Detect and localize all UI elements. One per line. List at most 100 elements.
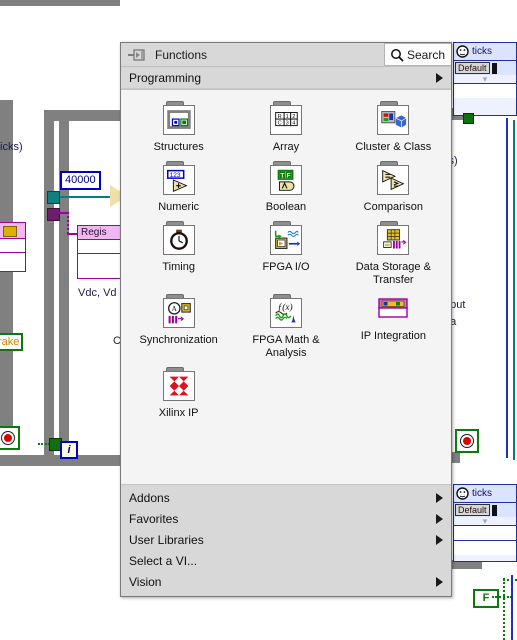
menu-item-select-a-vi[interactable]: Select a VI... xyxy=(121,550,451,571)
loop-interior-left xyxy=(13,111,44,455)
palette-item-ip-integration[interactable]: IP Integration xyxy=(340,289,447,360)
palette-item-label: Comparison xyxy=(363,201,423,213)
wire-purple-h2[interactable] xyxy=(67,233,77,235)
loop-interior-right xyxy=(464,120,517,458)
palette-item-data-storage-transfer[interactable]: Data Storage & Transfer xyxy=(340,216,447,287)
cluster-class-folder-icon xyxy=(372,100,414,138)
fpga-io-glyph xyxy=(274,230,301,249)
palette-title-bar: Functions Search xyxy=(121,43,451,67)
fpga-math-glyph: ƒ(x) xyxy=(275,302,297,323)
thumbtack-icon[interactable] xyxy=(127,48,147,62)
vi-node-left-row2 xyxy=(0,253,25,266)
palette-item-label: Structures xyxy=(153,141,204,153)
brake-control[interactable]: rake xyxy=(0,333,24,351)
ticks-node-top-chevron-icon[interactable]: ▾ xyxy=(454,75,516,84)
ticks-node-top-mode[interactable]: Default xyxy=(455,62,490,74)
vi-node-left-row1 xyxy=(0,239,25,253)
wire-teal-from-constant[interactable] xyxy=(52,196,110,198)
stop-indicator-right[interactable] xyxy=(455,429,479,453)
synchronization-glyph: A xyxy=(167,302,191,324)
palette-menu-list: Addons Favorites User Libraries Select a… xyxy=(121,485,451,596)
structures-glyph xyxy=(166,110,191,129)
wire-green-f-v[interactable] xyxy=(503,578,505,640)
ticks-node-bottom-rows xyxy=(454,525,516,555)
clock-icon xyxy=(456,45,469,58)
svg-text:C: C xyxy=(278,121,282,127)
palette-item-cluster-class[interactable]: Cluster & Class xyxy=(340,96,447,154)
palette-item-comparison[interactable]: Comparison xyxy=(340,156,447,214)
palette-item-boolean[interactable]: T F Boolean xyxy=(232,156,339,214)
menu-item-addons[interactable]: Addons xyxy=(121,487,451,508)
wire-teal-right-vertical[interactable] xyxy=(513,120,515,460)
wire-green-f-h[interactable] xyxy=(492,596,512,598)
search-button[interactable]: Search xyxy=(383,43,451,66)
label-vdc: Vdc, Vd xyxy=(78,287,117,299)
menu-item-label: User Libraries xyxy=(129,532,204,547)
svg-text:4: 4 xyxy=(292,121,295,127)
loop-frame-inner-left xyxy=(44,110,54,458)
data-storage-transfer-folder-icon xyxy=(372,220,414,258)
tunnel-green-right[interactable] xyxy=(463,113,474,124)
vi-node-left-icon xyxy=(3,226,17,237)
menu-item-label: Addons xyxy=(129,490,170,505)
palette-item-label: Xilinx IP xyxy=(158,407,199,419)
label-ticks-left: icks) xyxy=(0,141,23,153)
stop-indicator-left[interactable] xyxy=(0,426,20,450)
tunnel-purple[interactable] xyxy=(47,208,60,221)
palette-item-timing[interactable]: Timing xyxy=(125,216,232,287)
numeric-constant-40000[interactable]: 40000 xyxy=(60,171,101,190)
menu-item-vision[interactable]: Vision xyxy=(121,571,451,592)
ticks-node-bottom[interactable]: ticks Default ▾ xyxy=(453,484,517,562)
structures-folder-icon xyxy=(158,100,200,138)
wire-blue-right-vertical xyxy=(506,118,508,458)
boolean-folder-icon: T F xyxy=(265,160,307,198)
loop-frame-inner-left2 xyxy=(59,110,69,440)
iteration-terminal[interactable]: i xyxy=(60,441,78,459)
ticks-node-top-header: ticks xyxy=(454,43,516,61)
svg-text:R: R xyxy=(278,114,282,120)
svg-text:T: T xyxy=(280,173,284,180)
palette-item-fpga-math-analysis[interactable]: ƒ(x) FPGA Math & Analysis xyxy=(232,289,339,360)
palette-item-label: Boolean xyxy=(265,201,307,213)
xilinx-logo-glyph xyxy=(169,376,189,396)
array-glyph: R C 1 2 3 4 xyxy=(275,112,298,127)
palette-item-structures[interactable]: Structures xyxy=(125,96,232,154)
stop-indicator-dot xyxy=(4,434,12,442)
palette-title: Functions xyxy=(155,47,208,62)
palette-item-xilinx-ip[interactable]: Xilinx IP xyxy=(125,362,232,420)
ip-integration-icon xyxy=(372,293,414,327)
breadcrumb-programming[interactable]: Programming xyxy=(121,67,451,89)
chevron-right-icon xyxy=(436,513,443,524)
cluster-class-glyph xyxy=(381,111,407,128)
menu-item-favorites[interactable]: Favorites xyxy=(121,508,451,529)
functions-palette[interactable]: Functions Search Programming Structures … xyxy=(120,42,452,597)
chevron-right-icon xyxy=(436,72,443,83)
palette-item-label: IP Integration xyxy=(360,330,426,342)
xilinx-ip-folder-icon xyxy=(158,366,200,404)
svg-text:2: 2 xyxy=(292,114,295,120)
palette-grid: Structures R C 1 2 3 4 Array Cluster & C… xyxy=(125,96,447,420)
ticks-node-bottom-header: ticks xyxy=(454,485,516,503)
search-button-label: Search xyxy=(406,47,445,62)
menu-item-user-libraries[interactable]: User Libraries xyxy=(121,529,451,550)
palette-item-array[interactable]: R C 1 2 3 4 Array xyxy=(232,96,339,154)
palette-item-fpga-io[interactable]: FPGA I/O xyxy=(232,216,339,287)
svg-text:F: F xyxy=(287,173,291,180)
palette-item-numeric[interactable]: 123 Numeric xyxy=(125,156,232,214)
ticks-node-bottom-chevron-icon[interactable]: ▾ xyxy=(454,517,516,526)
tunnel-teal[interactable] xyxy=(47,191,60,204)
ticks-node-bottom-label: ticks xyxy=(472,488,492,499)
timing-glyph xyxy=(169,229,188,250)
ticks-node-top[interactable]: ticks Default ▾ xyxy=(453,42,517,116)
numeric-glyph: 123 xyxy=(166,169,188,192)
wire-green-f-top[interactable] xyxy=(503,579,517,581)
wire-purple-v[interactable] xyxy=(67,212,69,234)
palette-item-label: FPGA I/O xyxy=(262,261,310,273)
clock-icon xyxy=(456,487,469,500)
chevron-right-icon xyxy=(436,534,443,545)
stop-indicator-dot-right xyxy=(463,437,471,445)
palette-item-synchronization[interactable]: A Synchronization xyxy=(125,289,232,360)
ticks-node-bottom-mode[interactable]: Default xyxy=(455,504,490,516)
boolean-constant-false[interactable]: F xyxy=(473,589,499,608)
svg-text:A: A xyxy=(171,304,177,313)
